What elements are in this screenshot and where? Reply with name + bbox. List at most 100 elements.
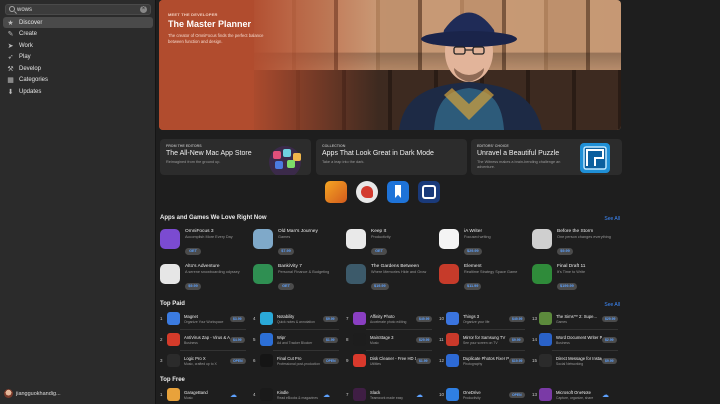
download-cloud-icon[interactable]: ☁ [323,391,330,399]
app-price-button[interactable]: $29.99 [464,248,482,255]
top-paid-row[interactable]: 8 MainStage 3 Music $29.99 [346,333,433,346]
app-price-button[interactable]: $9.99 [509,336,524,343]
top-paid-row[interactable]: 11 Mirror for Samsung TV See your screen o… [439,333,524,346]
top-paid-row[interactable]: 15 Direct Message for InstagramSocial Net… [532,354,617,367]
app-card[interactable]: iA Writer Focused writing $29.99 [439,229,491,257]
app-name: AntiVirus Zap - Virus & Adware [184,334,230,340]
search-input[interactable] [17,5,137,14]
app-price-button[interactable]: $1.99 [323,336,338,343]
card-title: The All-New Mac App Store [166,150,252,157]
sidebar-item-develop[interactable]: ⚒ Develop [3,63,153,74]
app-card[interactable]: BankiVity 7 Personal Finance & Budgeting G… [253,264,329,292]
app-price-button[interactable]: $9.99 [602,357,617,364]
download-cloud-icon[interactable]: ☁ [230,391,237,399]
card-title: Apps That Look Great in Dark Mode [322,150,434,157]
app-open-button[interactable]: OPEN [509,391,525,398]
top-paid-row[interactable]: 14 Word Document Writer Pro Business $2.99 [532,333,617,346]
sidebar-item-create[interactable]: ✎ Create [3,29,153,40]
feature-card-puzzle[interactable]: EDITORS' CHOICE Unravel a Beautiful Puzz… [471,139,622,175]
top-paid-row[interactable]: 7 Affinity Photo Accelerate photo editing $… [346,312,433,325]
dark-mode-icons [325,181,440,203]
app-price-button[interactable]: OPEN [230,357,246,364]
app-price-button[interactable]: $9.99 [185,283,201,290]
top-paid-row[interactable]: 1 Magnet Organize Your Workspace $3.99 [160,312,245,325]
clear-search-icon[interactable]: × [140,6,147,13]
app-price-button[interactable]: OPEN [323,357,339,364]
app-price-button[interactable]: $49.99 [509,315,526,322]
app-icon [539,312,552,325]
app-subtitle: Personal Finance & Budgeting [278,270,330,274]
app-name: Slack [370,389,381,395]
app-card[interactable]: The Gardens Between Where Memories Hide a… [346,264,426,292]
app-price-button[interactable]: $4.99 [230,336,245,343]
top-paid-row[interactable]: 10 Things 3 Organize your life $49.99 [439,312,526,325]
top-paid-row[interactable]: 2AntiVirus Zap - Virus & AdwareBusiness$… [160,333,245,346]
app-info: The Sims™ 2: Supe... Games [556,314,602,324]
feature-card-app-store[interactable]: FROM THE EDITORS The All-New Mac App Sto… [160,139,311,175]
sidebar-nav: ★ Discover ✎ Create ➤ Work ➶ Play ⚒ Develop ▦… [3,17,153,98]
sidebar-item-label: Play [19,54,31,60]
sidebar-item-discover[interactable]: ★ Discover [3,17,153,28]
rank-number: 5 [253,337,256,342]
app-card[interactable]: Final Draft 11 It's Time to Write $199.99 [532,264,585,292]
app-price-button[interactable]: $19.99 [509,357,526,364]
app-price-button[interactable]: $3.99 [230,315,245,322]
top-paid-row[interactable]: 3 Logic Pro X Music, crafted up to X OPEN [160,354,246,367]
app-card[interactable]: Element Realtime Strategy Space Game $11.9… [439,264,517,292]
app-price-button[interactable]: GET [371,248,387,255]
app-price-button[interactable]: $1.99 [416,357,431,364]
app-subtitle: Music [370,340,379,345]
top-paid-row[interactable]: 4 Notability Quick notes & annotation $9.99 [253,312,338,325]
app-card[interactable]: Old Man's Journey Games $7.99 [253,229,318,257]
sidebar-item-play[interactable]: ➶ Play [3,52,153,63]
top-free-row[interactable]: 10 OneDrive Productivity OPEN [439,388,525,401]
app-icon [167,388,180,401]
sidebar-item-categories[interactable]: ▦ Categories [3,75,153,86]
top-free-row[interactable]: 4 Kindle Read eBooks & magazines ☁ [253,388,330,401]
app-price-button[interactable]: $9.99 [557,248,573,255]
rank-number: 15 [532,358,538,363]
app-info: Things 3 Organize your life [463,314,509,324]
app-price-button[interactable]: $7.99 [278,248,294,255]
app-price-button[interactable]: $29.99 [416,336,433,343]
app-card[interactable]: Alto's Adventure A serene snowboarding od… [160,264,240,292]
search-icon [9,6,15,12]
app-price-button[interactable]: GET [185,248,201,255]
app-price-button[interactable]: GET [278,283,294,290]
top-paid-row[interactable]: 6 Final Cut Pro Professional post-producti… [253,354,339,367]
see-all-love-link[interactable]: See All [604,216,620,222]
app-icon [532,229,552,249]
search-field[interactable]: × [5,4,151,15]
sidebar-item-updates[interactable]: ⬇ Updates [3,86,153,97]
feature-card-dark-mode[interactable]: COLLECTION Apps That Look Great in Dark … [316,139,467,175]
app-card[interactable]: Before the Storm One person changes every… [532,229,611,257]
app-price-button[interactable]: $199.99 [557,283,577,290]
app-price-button[interactable]: $49.99 [416,315,433,322]
app-price-button[interactable]: $29.99 [602,315,619,322]
top-free-row[interactable]: 13 Microsoft OneNote Capture, organize, sh… [532,388,609,401]
top-paid-row[interactable]: 5 Wipr Ad and Tracker Blocker $1.99 [253,333,338,346]
download-cloud-icon[interactable]: ☁ [602,391,609,399]
see-all-paid-link[interactable]: See All [604,302,620,308]
app-info: Element Realtime Strategy Space Game $11.9… [464,264,517,292]
download-cloud-icon[interactable]: ☁ [416,391,423,399]
app-card[interactable]: OmniFocus 3 Accomplish More Every Day GET [160,229,233,257]
app-subtitle: Organize your life [463,319,490,324]
hero-banner[interactable]: MEET THE DEVELOPER The Master Planner Th… [159,0,621,130]
app-info: AntiVirus Zap - Virus & AdwareBusiness [184,335,230,345]
app-price-button[interactable]: $2.99 [602,336,617,343]
app-price-button[interactable]: $9.99 [323,315,338,322]
app-card[interactable]: Keep It Productivity GET [346,229,391,257]
app-price-button[interactable]: $11.99 [464,283,482,290]
top-paid-row[interactable]: 13 The Sims™ 2: Supe... Games $29.99 [532,312,619,325]
top-paid-row[interactable]: 12 Duplicate Photos Fixer Pro Photography $… [439,354,526,367]
brush-icon: ✎ [7,31,14,38]
sidebar-item-work[interactable]: ➤ Work [3,40,153,51]
app-info: Notability Quick notes & annotation [277,314,323,324]
top-paid-row[interactable]: 9Disk Cleaner - Free HD SpaceUtilities$1… [346,354,431,367]
app-icon [260,388,273,401]
app-price-button[interactable]: $19.99 [371,283,389,290]
top-free-row[interactable]: 1 GarageBand Music ☁ [160,388,237,401]
account-button[interactable]: jiangguokhandig... [4,389,61,398]
top-free-row[interactable]: 7 Slack Teamwork made easy ☁ [346,388,423,401]
